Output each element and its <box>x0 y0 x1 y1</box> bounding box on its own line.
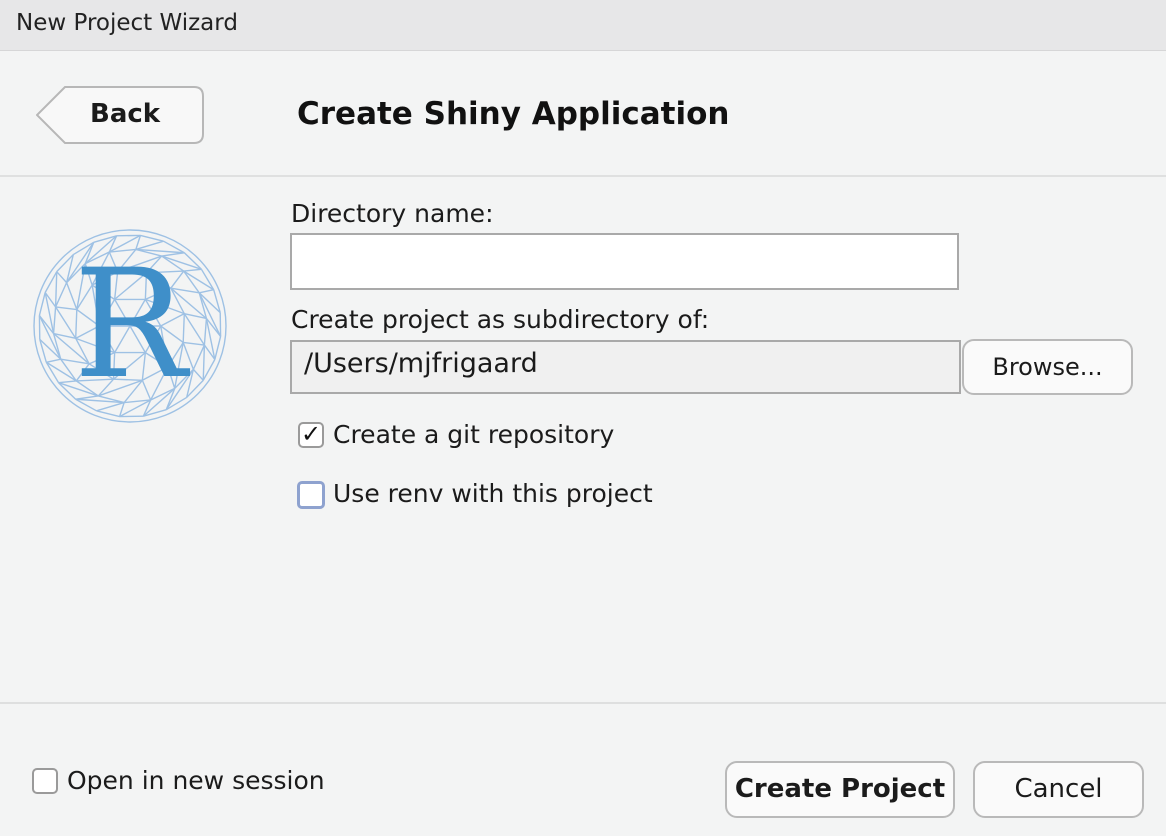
window-title: New Project Wizard <box>16 10 238 36</box>
checkmark-icon: ✓ <box>301 420 322 448</box>
footer-divider <box>0 702 1166 704</box>
parent-directory-label: Create project as subdirectory of: <box>291 305 710 334</box>
r-logo-letter: R <box>74 238 191 412</box>
git-repo-checkbox[interactable]: ✓ <box>298 420 324 448</box>
r-logo-icon: R <box>33 229 227 423</box>
browse-button[interactable]: Browse... <box>962 339 1133 395</box>
renv-checkbox[interactable] <box>297 481 325 509</box>
back-button-label: Back <box>90 99 161 129</box>
new-session-checkbox[interactable] <box>32 768 58 794</box>
new-session-label: Open in new session <box>67 766 325 795</box>
directory-name-input[interactable] <box>290 233 959 290</box>
window-titlebar: New Project Wizard <box>0 0 1166 51</box>
create-project-button[interactable]: Create Project <box>725 761 955 818</box>
directory-name-label: Directory name: <box>291 199 494 228</box>
back-button[interactable]: Back <box>36 86 204 144</box>
page-title: Create Shiny Application <box>297 96 730 132</box>
git-repo-label: Create a git repository <box>333 420 615 449</box>
parent-directory-field: /Users/mjfrigaard <box>290 340 961 394</box>
cancel-button[interactable]: Cancel <box>973 761 1144 818</box>
renv-label: Use renv with this project <box>333 479 653 508</box>
